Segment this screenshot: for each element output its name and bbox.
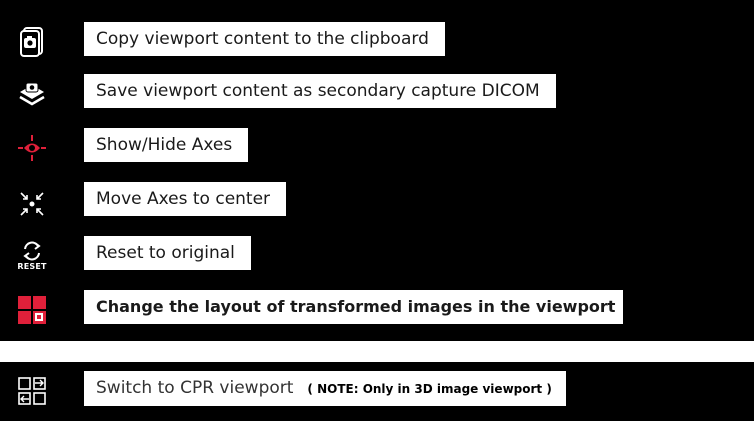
switch-cpr-icon[interactable]	[14, 373, 50, 409]
legend-label-axes: Show/Hide Axes	[84, 128, 249, 162]
cpr-label: Switch to CPR viewport	[96, 378, 294, 398]
toolbar-legend-panel: Copy viewport content to the clipboard S…	[0, 0, 754, 341]
legend-label-save: Save viewport content as secondary captu…	[84, 74, 556, 108]
move-axes-center-icon[interactable]	[14, 186, 50, 222]
legend-label-copy: Copy viewport content to the clipboard	[84, 22, 445, 56]
camera-clipboard-icon[interactable]	[14, 24, 50, 60]
eye-axes-icon[interactable]	[14, 130, 50, 166]
legend-label-reset: Reset to original	[84, 236, 251, 270]
legend-label-layout: Change the layout of transformed images …	[84, 290, 624, 324]
legend-label-center: Move Axes to center	[84, 182, 287, 216]
cpr-label-box: Switch to CPR viewport ( NOTE: Only in 3D…	[84, 371, 566, 406]
reset-icon[interactable]: RESET	[14, 238, 50, 274]
save-capture-icon[interactable]	[14, 76, 50, 112]
layout-grid-icon[interactable]	[14, 292, 50, 328]
cpr-note: ( NOTE: Only in 3D image viewport )	[307, 382, 552, 396]
cpr-legend-panel: Switch to CPR viewport ( NOTE: Only in 3D…	[0, 362, 754, 421]
reset-icon-text: RESET	[17, 262, 47, 271]
